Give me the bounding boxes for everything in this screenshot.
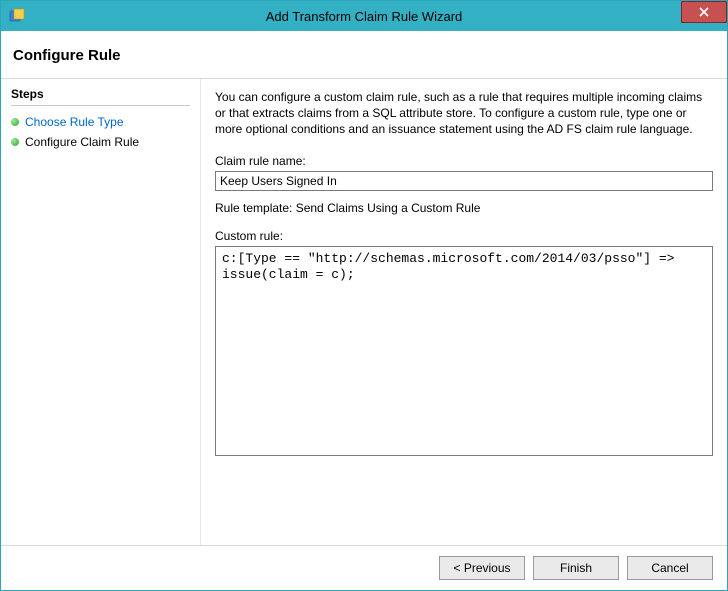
main-panel: You can configure a custom claim rule, s…	[201, 79, 727, 545]
custom-rule-textarea[interactable]	[215, 246, 713, 456]
page-title: Configure Rule	[13, 47, 715, 64]
close-button[interactable]	[681, 1, 727, 23]
previous-button[interactable]: < Previous	[439, 556, 525, 580]
custom-rule-label: Custom rule:	[215, 229, 713, 243]
step-choose-rule-type[interactable]: Choose Rule Type	[11, 112, 190, 132]
body: Steps Choose Rule Type Configure Claim R…	[1, 79, 727, 545]
finish-button[interactable]: Finish	[533, 556, 619, 580]
wizard-window: Add Transform Claim Rule Wizard Configur…	[0, 0, 728, 591]
step-configure-claim-rule[interactable]: Configure Claim Rule	[11, 132, 190, 152]
close-icon	[699, 7, 709, 17]
rule-template-text: Rule template: Send Claims Using a Custo…	[215, 201, 713, 215]
window-title: Add Transform Claim Rule Wizard	[1, 9, 727, 24]
step-label: Choose Rule Type	[25, 115, 124, 129]
step-bullet-icon	[11, 138, 19, 146]
app-icon	[9, 8, 25, 24]
step-bullet-icon	[11, 118, 19, 126]
button-bar: < Previous Finish Cancel	[1, 545, 727, 590]
description-text: You can configure a custom claim rule, s…	[215, 89, 713, 138]
step-label: Configure Claim Rule	[25, 135, 139, 149]
page-header: Configure Rule	[1, 31, 727, 78]
steps-heading: Steps	[11, 87, 190, 106]
cancel-button[interactable]: Cancel	[627, 556, 713, 580]
titlebar: Add Transform Claim Rule Wizard	[1, 1, 727, 31]
steps-sidebar: Steps Choose Rule Type Configure Claim R…	[1, 79, 201, 545]
claim-rule-name-input[interactable]	[215, 171, 713, 191]
claim-rule-name-label: Claim rule name:	[215, 154, 713, 168]
